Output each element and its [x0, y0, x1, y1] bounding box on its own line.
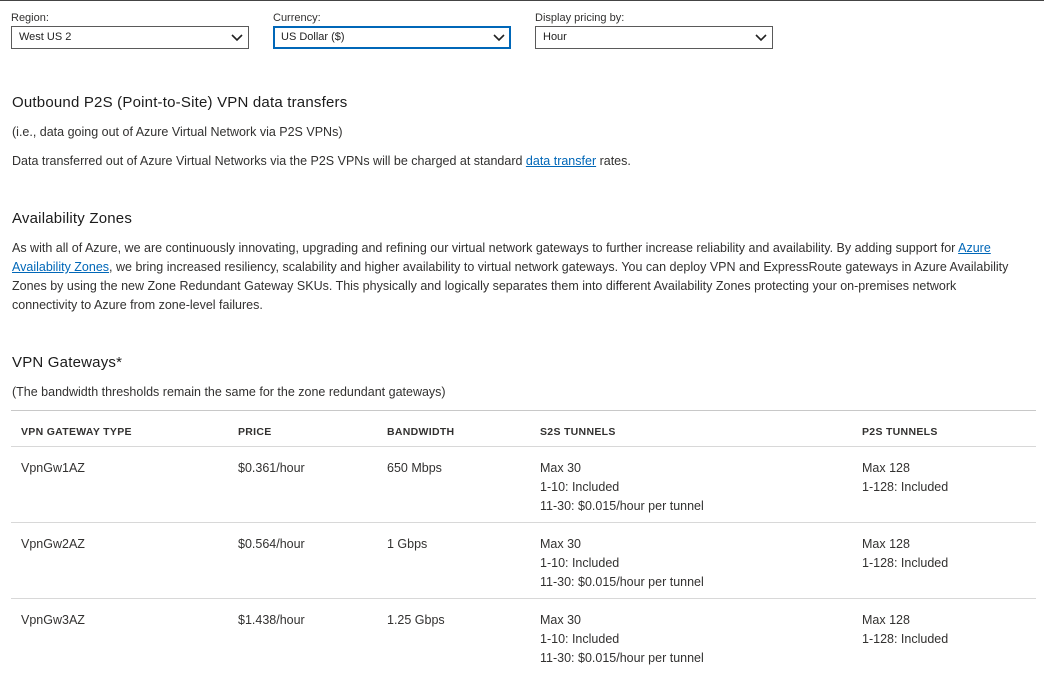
p2s-tunnels: Max 128 1-128: Included	[862, 611, 948, 649]
chevron-down-icon	[231, 34, 243, 42]
table-row: VpnGw1AZ $0.361/hour 650 Mbps Max 30 1-1…	[11, 447, 1036, 523]
s2s-tunnels: Max 30 1-10: Included 11-30: $0.015/hour…	[540, 535, 704, 592]
table-header-row: VPN GATEWAY TYPE PRICE BANDWIDTH S2S TUN…	[11, 411, 1036, 447]
currency-filter: Currency: US Dollar ($)	[273, 11, 511, 49]
chevron-down-icon	[493, 34, 505, 42]
vpn-heading: VPN Gateways*	[12, 354, 123, 371]
az-line2-text: , we bring increased resiliency, scalabi…	[109, 260, 1009, 274]
display-select[interactable]: Hour	[535, 26, 773, 49]
p2s-included: 1-128: Included	[862, 480, 949, 494]
s2s-max: Max 30	[540, 537, 581, 551]
gateway-type: VpnGw1AZ	[21, 461, 85, 475]
s2s-extra: 11-30: $0.015/hour per tunnel	[540, 575, 704, 589]
outbound-heading: Outbound P2S (Point-to-Site) VPN data tr…	[12, 94, 348, 111]
gateway-bandwidth: 650 Mbps	[387, 461, 442, 475]
table-row: VpnGw3AZ $1.438/hour 1.25 Gbps Max 30 1-…	[11, 599, 1036, 674]
s2s-max: Max 30	[540, 613, 581, 627]
az-line4: connectivity to Azure from zone-level fa…	[12, 298, 263, 312]
gateway-type: VpnGw3AZ	[21, 613, 85, 627]
gateway-price: $0.564/hour	[238, 537, 305, 551]
table-row: VpnGw2AZ $0.564/hour 1 Gbps Max 30 1-10:…	[11, 523, 1036, 599]
s2s-tunnels: Max 30 1-10: Included 11-30: $0.015/hour…	[540, 611, 704, 668]
az-paragraph: As with all of Azure, we are continuousl…	[12, 239, 1032, 315]
p2s-max: Max 128	[862, 537, 910, 551]
region-value: West US 2	[19, 31, 72, 43]
vpn-gateways-table: VPN GATEWAY TYPE PRICE BANDWIDTH S2S TUN…	[11, 410, 1036, 674]
gateway-price: $0.361/hour	[238, 461, 305, 475]
outbound-text: Data transferred out of Azure Virtual Ne…	[12, 152, 631, 171]
p2s-tunnels: Max 128 1-128: Included	[862, 535, 948, 573]
vpn-note: (The bandwidth thresholds remain the sam…	[12, 385, 446, 399]
s2s-extra: 11-30: $0.015/hour per tunnel	[540, 499, 704, 513]
gateway-bandwidth: 1 Gbps	[387, 537, 428, 551]
col-header-type: VPN GATEWAY TYPE	[21, 426, 132, 438]
p2s-max: Max 128	[862, 613, 910, 627]
col-header-p2s: P2S TUNNELS	[862, 426, 938, 438]
outbound-text-after: rates.	[596, 154, 631, 168]
chevron-down-icon	[755, 34, 767, 42]
s2s-max: Max 30	[540, 461, 581, 475]
gateway-bandwidth: 1.25 Gbps	[387, 613, 445, 627]
display-filter: Display pricing by: Hour	[535, 11, 773, 49]
region-label: Region:	[11, 12, 49, 24]
gateway-price: $1.438/hour	[238, 613, 305, 627]
col-header-s2s: S2S TUNNELS	[540, 426, 616, 438]
data-transfer-link[interactable]: data transfer	[526, 154, 596, 168]
currency-label: Currency:	[273, 12, 321, 24]
availability-zones-link[interactable]: Availability Zones	[12, 260, 109, 274]
display-label: Display pricing by:	[535, 12, 625, 24]
s2s-extra: 11-30: $0.015/hour per tunnel	[540, 651, 704, 665]
azure-link-part1[interactable]: Azure	[958, 241, 991, 255]
outbound-text-before: Data transferred out of Azure Virtual Ne…	[12, 154, 526, 168]
az-line1-text: As with all of Azure, we are continuousl…	[12, 241, 959, 255]
az-line3: Zones by using the new Zone Redundant Ga…	[12, 279, 957, 293]
s2s-included: 1-10: Included	[540, 480, 620, 494]
gateway-type: VpnGw2AZ	[21, 537, 85, 551]
currency-value: US Dollar ($)	[281, 31, 345, 43]
p2s-max: Max 128	[862, 461, 910, 475]
col-header-price: PRICE	[238, 426, 272, 438]
az-heading: Availability Zones	[12, 210, 133, 227]
col-header-bandwidth: BANDWIDTH	[387, 426, 455, 438]
s2s-included: 1-10: Included	[540, 632, 620, 646]
outbound-note: (i.e., data going out of Azure Virtual N…	[12, 125, 343, 139]
s2s-tunnels: Max 30 1-10: Included 11-30: $0.015/hour…	[540, 459, 704, 516]
display-value: Hour	[543, 31, 567, 43]
p2s-included: 1-128: Included	[862, 556, 949, 570]
pricing-filters: Region: West US 2 Currency: US Dollar ($…	[11, 11, 797, 49]
p2s-tunnels: Max 128 1-128: Included	[862, 459, 948, 497]
currency-select[interactable]: US Dollar ($)	[273, 26, 511, 49]
region-filter: Region: West US 2	[11, 11, 249, 49]
s2s-included: 1-10: Included	[540, 556, 620, 570]
p2s-included: 1-128: Included	[862, 632, 949, 646]
region-select[interactable]: West US 2	[11, 26, 249, 49]
